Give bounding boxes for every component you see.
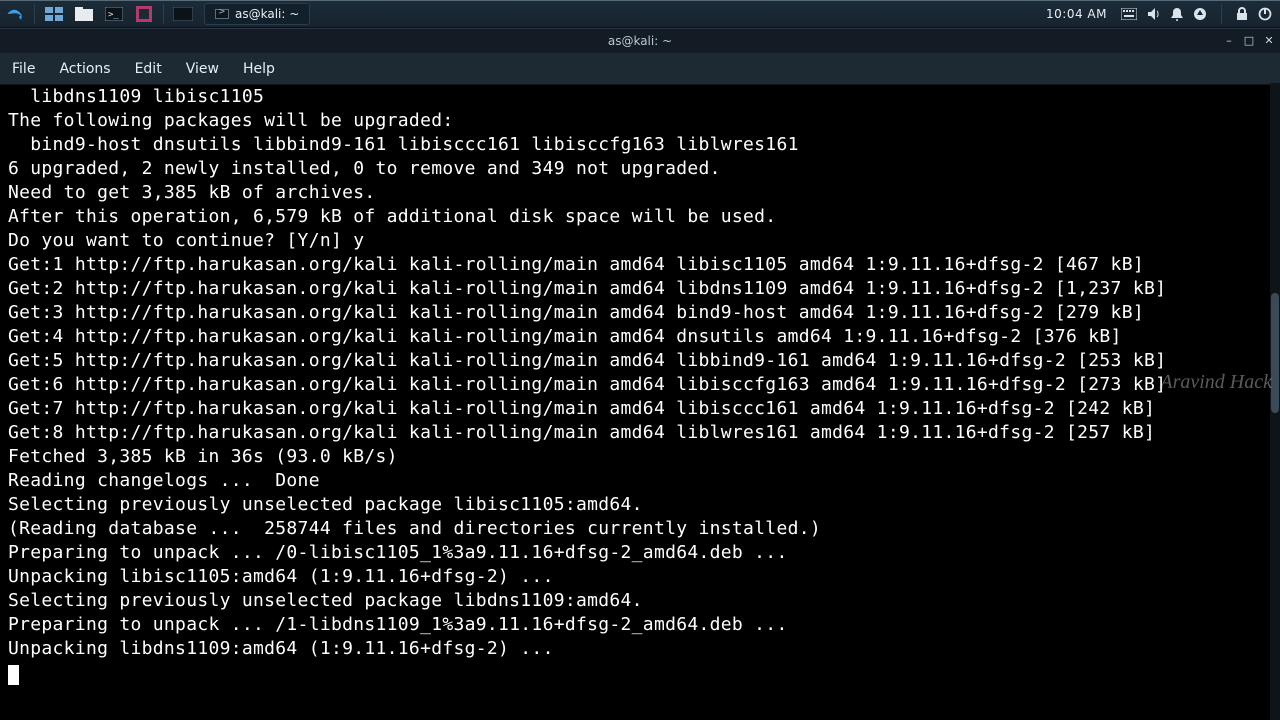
- keyboard-icon[interactable]: [1121, 8, 1137, 20]
- menu-help[interactable]: Help: [243, 61, 275, 77]
- terminal-line: Preparing to unpack ... /0-libisc1105_1%…: [8, 541, 1272, 565]
- terminal-line: Do you want to continue? [Y/n] y: [8, 229, 1272, 253]
- show-desktop-icon[interactable]: [40, 2, 68, 26]
- file-manager-icon[interactable]: [70, 2, 98, 26]
- notifications-icon[interactable]: [1171, 7, 1183, 21]
- menu-file[interactable]: File: [12, 61, 35, 77]
- power-icon[interactable]: [1258, 7, 1272, 21]
- terminal-line: Need to get 3,385 kB of archives.: [8, 181, 1272, 205]
- updates-icon[interactable]: [1193, 7, 1207, 21]
- terminal-line: Get:4 http://ftp.harukasan.org/kali kali…: [8, 325, 1272, 349]
- workspace-switcher-icon[interactable]: [169, 2, 197, 26]
- terminal-scrollbar[interactable]: [1270, 83, 1280, 720]
- system-tray: 10:04 AM: [1038, 1, 1280, 27]
- terminal-line: bind9-host dnsutils libbind9-161 libiscc…: [8, 133, 1272, 157]
- terminal-window: as@kali: ~ – □ ✕ File Actions Edit View …: [0, 28, 1280, 720]
- minimize-button[interactable]: –: [1222, 33, 1236, 47]
- lock-icon[interactable]: [1236, 7, 1248, 21]
- cursor: [8, 665, 19, 685]
- app-launcher-icon[interactable]: [130, 2, 158, 26]
- panel-divider: [34, 4, 35, 24]
- kali-menu-icon[interactable]: [1, 2, 29, 26]
- terminal-icon: [215, 9, 229, 19]
- scrollbar-thumb[interactable]: [1271, 293, 1279, 413]
- terminal-line: 6 upgraded, 2 newly installed, 0 to remo…: [8, 157, 1272, 181]
- terminal-line: Unpacking libisc1105:amd64 (1:9.11.16+df…: [8, 565, 1272, 589]
- terminal-line: Get:5 http://ftp.harukasan.org/kali kali…: [8, 349, 1272, 373]
- terminal-line: libdns1109 libisc1105: [8, 85, 1272, 109]
- terminal-line: Get:3 http://ftp.harukasan.org/kali kali…: [8, 301, 1272, 325]
- terminal-line: After this operation, 6,579 kB of additi…: [8, 205, 1272, 229]
- terminal-line: Get:2 http://ftp.harukasan.org/kali kali…: [8, 277, 1272, 301]
- terminal-output[interactable]: libdns1109 libisc1105The following packa…: [0, 85, 1280, 720]
- terminal-line: The following packages will be upgraded:: [8, 109, 1272, 133]
- terminal-line: Selecting previously unselected package …: [8, 589, 1272, 613]
- terminal-line: (Reading database ... 258744 files and d…: [8, 517, 1272, 541]
- terminal-menubar: File Actions Edit View Help: [0, 53, 1280, 85]
- terminal-line: Get:7 http://ftp.harukasan.org/kali kali…: [8, 397, 1272, 421]
- menu-actions[interactable]: Actions: [59, 61, 110, 77]
- menu-view[interactable]: View: [186, 61, 219, 77]
- terminal-line: Get:1 http://ftp.harukasan.org/kali kali…: [8, 253, 1272, 277]
- window-titlebar[interactable]: as@kali: ~ – □ ✕: [0, 29, 1280, 53]
- window-title: as@kali: ~: [608, 34, 672, 48]
- taskbar-item-terminal[interactable]: as@kali: ~: [204, 3, 310, 25]
- terminal-line: Get:6 http://ftp.harukasan.org/kali kali…: [8, 373, 1272, 397]
- svg-text:>_: >_: [108, 10, 119, 20]
- panel-divider: [1221, 4, 1222, 24]
- taskbar-item-label: as@kali: ~: [235, 7, 299, 21]
- panel-divider: [163, 4, 164, 24]
- volume-icon[interactable]: [1147, 7, 1161, 21]
- terminal-line: Get:8 http://ftp.harukasan.org/kali kali…: [8, 421, 1272, 445]
- terminal-cursor-line: [8, 661, 1272, 685]
- terminal-line: Preparing to unpack ... /1-libdns1109_1%…: [8, 613, 1272, 637]
- terminal-line: Fetched 3,385 kB in 36s (93.0 kB/s): [8, 445, 1272, 469]
- terminal-launcher-icon[interactable]: >_: [100, 2, 128, 26]
- system-top-panel: >_ as@kali: ~ 10:04 AM: [0, 0, 1280, 28]
- terminal-line: Selecting previously unselected package …: [8, 493, 1272, 517]
- clock[interactable]: 10:04 AM: [1046, 7, 1107, 21]
- close-button[interactable]: ✕: [1262, 33, 1276, 47]
- terminal-line: Reading changelogs ... Done: [8, 469, 1272, 493]
- terminal-line: Unpacking libdns1109:amd64 (1:9.11.16+df…: [8, 637, 1272, 661]
- maximize-button[interactable]: □: [1242, 33, 1256, 47]
- menu-edit[interactable]: Edit: [135, 61, 162, 77]
